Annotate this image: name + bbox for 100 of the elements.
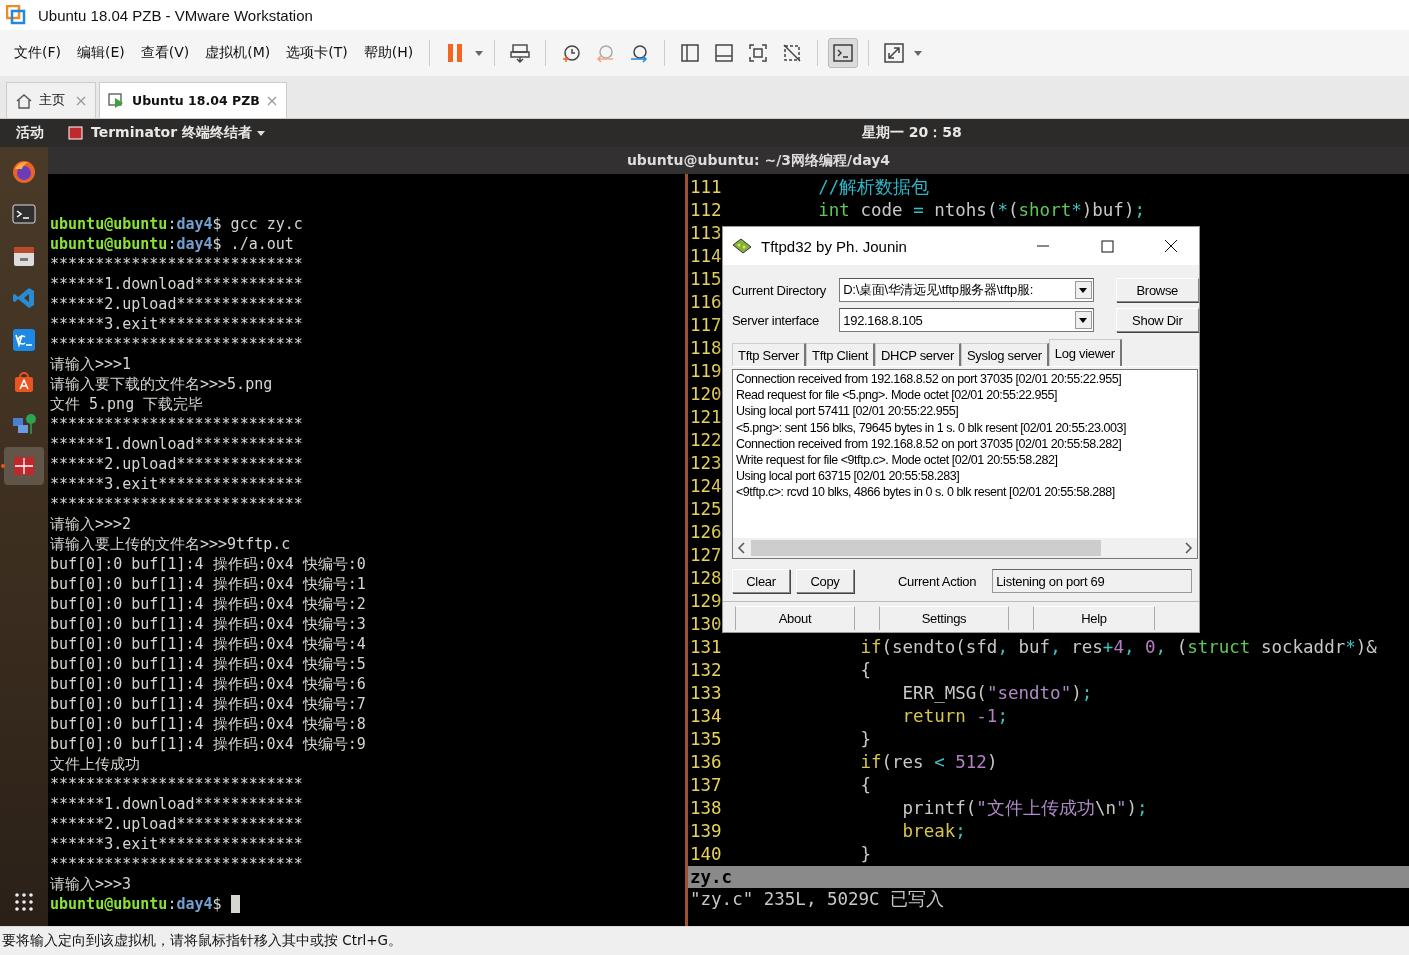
line-number: 133 bbox=[689, 682, 723, 705]
line-number: 131 bbox=[689, 636, 723, 659]
line-number: 125 bbox=[689, 498, 723, 521]
tab[interactable]: Ubuntu 18.04 PZB bbox=[99, 82, 287, 118]
app-menu[interactable]: Terminator 终端终结者 bbox=[91, 124, 252, 142]
code-line: } bbox=[859, 728, 871, 751]
code-line: if(res < 512) bbox=[859, 751, 998, 774]
menu-item[interactable]: 查看(V) bbox=[134, 40, 196, 66]
output-line: 请输入>>>1 bbox=[50, 354, 133, 374]
code-line: if(sendto(sfd, buf, res+4, 0, (struct sockaddr*)& bbox=[859, 636, 1377, 659]
clock[interactable]: 星期一 20：58 bbox=[862, 124, 962, 142]
output-line: **************************** bbox=[50, 254, 304, 274]
line-number: 111 bbox=[689, 176, 723, 199]
code-line: //解析数据包 bbox=[817, 176, 930, 199]
dock-item[interactable] bbox=[4, 447, 44, 485]
dialog-button[interactable]: Settings bbox=[879, 606, 1009, 630]
line-number: 122 bbox=[689, 429, 723, 452]
file-cabinet-icon[interactable] bbox=[12, 244, 36, 268]
code-line: ERR_MSG("sendto"); bbox=[901, 682, 1093, 705]
dialog-button[interactable]: Browse bbox=[1115, 278, 1199, 302]
terminator-icon[interactable] bbox=[12, 454, 36, 478]
terminator-icon bbox=[68, 126, 83, 140]
menu-item[interactable]: 选项卡(T) bbox=[280, 40, 354, 66]
menu-item[interactable]: 文件(F) bbox=[8, 40, 67, 66]
line-number: 114 bbox=[689, 245, 723, 268]
caret-icon[interactable] bbox=[913, 49, 924, 57]
line-number: 136 bbox=[689, 751, 723, 774]
console-view-button[interactable] bbox=[828, 38, 859, 68]
shopping-bag-icon[interactable] bbox=[12, 370, 36, 394]
code-line: { bbox=[859, 659, 871, 682]
dialog-button[interactable]: Clear bbox=[732, 569, 790, 593]
line-number: 139 bbox=[689, 820, 723, 843]
dialog-button[interactable]: Copy bbox=[796, 569, 854, 593]
clock-plus-icon bbox=[561, 43, 582, 63]
network-computers-icon[interactable] bbox=[12, 412, 36, 436]
menu-item[interactable]: 虚拟机(M) bbox=[199, 40, 277, 66]
line-number: 113 bbox=[689, 222, 723, 245]
scrollbar-thumb[interactable] bbox=[751, 540, 1101, 556]
crossed-screen-icon bbox=[782, 43, 803, 63]
close-icon bbox=[1164, 239, 1178, 253]
line-number: 119 bbox=[689, 360, 723, 383]
output-line: buf[0]:0 buf[1]:4 操作码:0x4 快编号:3 bbox=[50, 614, 367, 634]
home-icon bbox=[15, 91, 33, 110]
clock-arrow-icon bbox=[595, 43, 616, 63]
code-line: } bbox=[859, 843, 871, 866]
line-number: 135 bbox=[689, 728, 723, 751]
interface-combo[interactable]: 192.168.8.105 bbox=[839, 308, 1094, 332]
dialog-tab[interactable]: Log viewer bbox=[1048, 339, 1122, 366]
output-line: ******3.exit**************** bbox=[50, 474, 304, 494]
caret-icon[interactable] bbox=[256, 129, 266, 137]
output-line: ******3.exit**************** bbox=[50, 834, 304, 854]
log-entry: Using local port 63715 [02/01 20:55:58.283] bbox=[736, 468, 961, 485]
directory-combo[interactable]: D:\桌面\华清远见\tftp服务器\tftp服: bbox=[839, 278, 1094, 302]
dialog-button[interactable]: About bbox=[735, 606, 855, 630]
menu-item[interactable]: 帮助(H) bbox=[357, 40, 420, 66]
dialog-button[interactable]: Help bbox=[1033, 606, 1155, 630]
line-number: 115 bbox=[689, 268, 723, 291]
output-line: 请输入要下载的文件名>>>5.png bbox=[50, 374, 274, 394]
dialog-tab[interactable]: Tftp Server bbox=[732, 343, 806, 366]
status-field: Listening on port 69 bbox=[992, 569, 1193, 593]
apps-grid-icon[interactable] bbox=[14, 892, 34, 912]
dialog-tab[interactable]: Syslog server bbox=[961, 343, 1049, 366]
output-line: buf[0]:0 buf[1]:4 操作码:0x4 快编号:9 bbox=[50, 734, 367, 754]
line-number: 118 bbox=[689, 337, 723, 360]
terminal-title: ubuntu@ubuntu: ~/3网络编程/day4 bbox=[626, 151, 891, 170]
code-line: return -1; bbox=[901, 705, 1008, 728]
scroll-left-icon[interactable] bbox=[737, 542, 747, 554]
prompt-line: ubuntu@ubuntu:day4$ gcc zy.c bbox=[50, 214, 304, 234]
output-line: 请输入>>>3 bbox=[50, 874, 133, 894]
activities-button[interactable]: 活动 bbox=[16, 124, 44, 142]
log-entry: Using local port 57411 [02/01 20:55:22.955] bbox=[736, 403, 960, 420]
clock-arrow-icon bbox=[629, 43, 650, 63]
firefox-icon[interactable] bbox=[11, 159, 37, 185]
line-number: 130 bbox=[689, 613, 723, 636]
scroll-right-icon[interactable] bbox=[1183, 542, 1193, 554]
app-logo-icon bbox=[6, 5, 26, 25]
dialog-tab[interactable]: Tftp Client bbox=[806, 343, 875, 366]
dialog-tab[interactable]: DHCP server bbox=[874, 343, 961, 366]
menu-item[interactable]: 编辑(E) bbox=[71, 40, 131, 66]
dropdown-arrow-icon bbox=[1078, 286, 1089, 294]
log-entry: <9tftp.c>: rcvd 10 blks, 4866 bytes in 0 s. 0 blk resent [02/01 20:55:58.288] bbox=[736, 484, 1116, 501]
output-line: 请输入要上传的文件名>>>9tftp.c bbox=[50, 534, 292, 554]
vnc-icon[interactable] bbox=[12, 328, 36, 352]
output-line: ******2.upload************** bbox=[50, 814, 304, 834]
field-label: Current Directory bbox=[732, 282, 827, 298]
output-line: buf[0]:0 buf[1]:4 操作码:0x4 快编号:0 bbox=[50, 554, 367, 574]
tftp-logo-icon bbox=[731, 237, 753, 255]
terminal-pane[interactable] bbox=[48, 174, 685, 926]
bottom-panel-icon bbox=[714, 43, 735, 63]
log-entry: Read request for file <5.png>. Mode octet [02/01 20:55:22.955] bbox=[736, 387, 1058, 404]
close-icon[interactable] bbox=[265, 94, 278, 107]
line-number: 112 bbox=[689, 199, 723, 222]
code-editor-icon[interactable] bbox=[12, 286, 36, 310]
line-number: 127 bbox=[689, 544, 723, 567]
tab[interactable]: 主页 bbox=[6, 82, 96, 118]
caret-icon[interactable] bbox=[474, 49, 485, 57]
terminal-icon[interactable] bbox=[12, 202, 36, 226]
dialog-button[interactable]: Show Dir bbox=[1115, 308, 1199, 332]
code-line: printf("文件上传成功\n"); bbox=[901, 797, 1148, 820]
output-line: **************************** bbox=[50, 414, 304, 434]
